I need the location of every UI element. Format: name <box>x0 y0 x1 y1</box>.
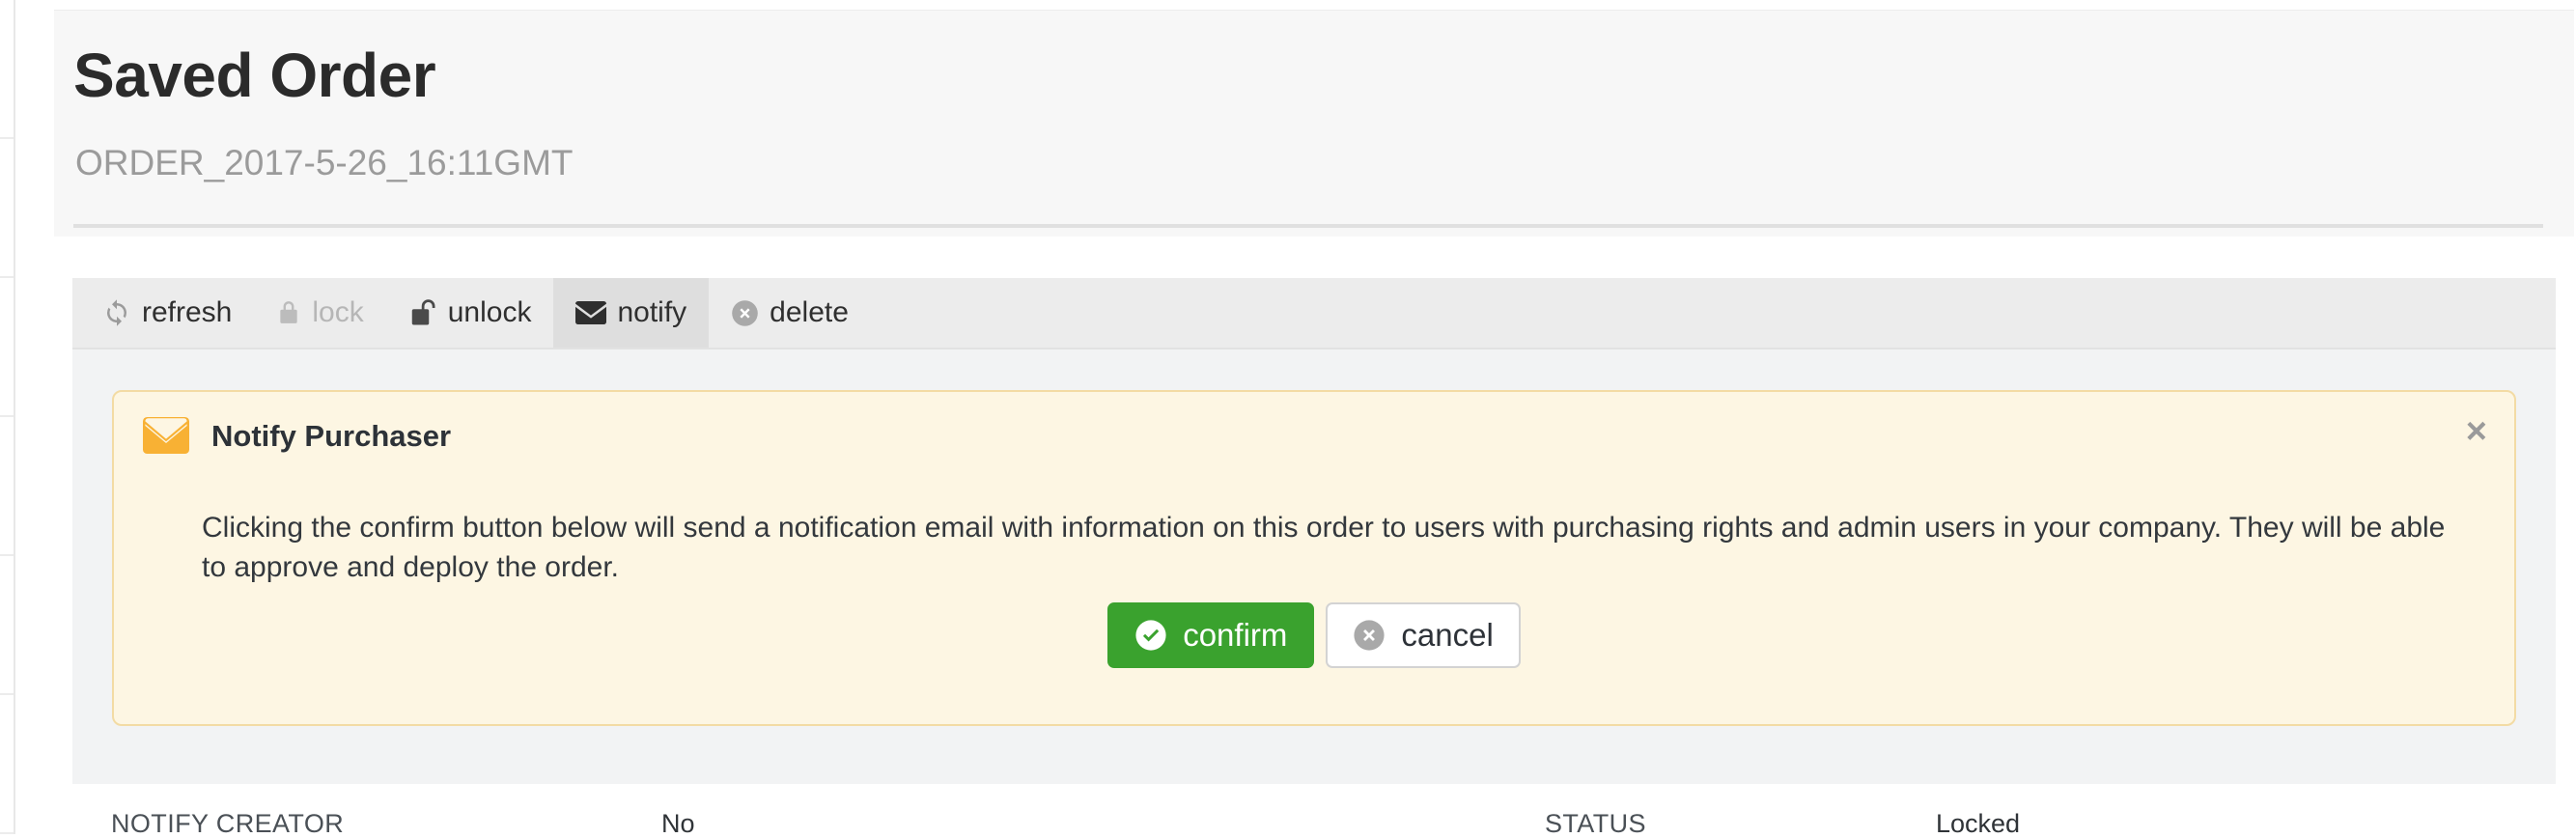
envelope-icon <box>575 300 607 325</box>
toolbar-button-lock: lock <box>254 278 385 348</box>
toolbar-button-unlock[interactable]: unlock <box>386 278 554 348</box>
header-divider <box>73 224 2543 228</box>
rail-row[interactable] <box>0 556 14 695</box>
page-subtitle: ORDER_2017-5-26_16:11GMT <box>75 143 574 182</box>
toolbar-button-refresh[interactable]: refresh <box>72 278 254 348</box>
envelope-icon <box>143 417 189 454</box>
rail-row[interactable] <box>0 278 14 417</box>
lock-icon <box>276 298 301 327</box>
detail-value-status: Locked <box>1936 809 2021 838</box>
page-header: Saved Order ORDER_2017-5-26_16:11GMT <box>54 10 2574 237</box>
toolbar-label-notify: notify <box>617 296 687 328</box>
toolbar-label-delete: delete <box>770 296 849 328</box>
cancel-button[interactable]: cancel <box>1326 602 1521 668</box>
x-circle-icon <box>1353 619 1386 652</box>
refresh-icon <box>102 298 131 327</box>
rail-row[interactable] <box>0 417 14 556</box>
left-rail <box>0 0 15 834</box>
toolbar-label-lock: lock <box>312 296 364 328</box>
order-details-table: NOTIFY CREATOR No STATUS Locked <box>72 784 2556 838</box>
alert-message: Clicking the confirm button below will s… <box>202 512 2446 583</box>
unlock-icon <box>408 298 437 327</box>
toolbar-button-delete[interactable]: delete <box>709 278 871 348</box>
page-title: Saved Order <box>73 41 436 110</box>
detail-label-notify-creator: NOTIFY CREATOR <box>111 809 345 838</box>
delete-circle-icon <box>731 299 759 327</box>
close-icon[interactable]: × <box>2466 413 2487 450</box>
detail-label-status: STATUS <box>1545 809 1646 838</box>
alert-title: Notify Purchaser <box>211 418 452 453</box>
table-row: NOTIFY CREATOR No STATUS Locked <box>72 784 2556 838</box>
check-circle-icon <box>1134 619 1167 652</box>
app-window: Saved Order ORDER_2017-5-26_16:11GMT ref… <box>0 0 2576 838</box>
confirm-button-label: confirm <box>1183 617 1288 653</box>
rail-row[interactable] <box>0 0 14 139</box>
alert-actions: confirm cancel <box>114 602 2514 668</box>
main-content: Saved Order ORDER_2017-5-26_16:11GMT ref… <box>17 0 2576 838</box>
panel-body: × Notify Purchaser Clicking the confirm … <box>72 349 2556 784</box>
cancel-button-label: cancel <box>1401 617 1494 653</box>
rail-row[interactable] <box>0 139 14 278</box>
rail-row[interactable] <box>0 695 14 834</box>
action-toolbar: refresh lock unlock notify delete <box>72 278 2556 349</box>
toolbar-label-refresh: refresh <box>142 296 233 328</box>
alert-header: Notify Purchaser <box>143 417 451 454</box>
detail-value-notify-creator: No <box>661 809 695 838</box>
toolbar-label-unlock: unlock <box>447 296 532 328</box>
notify-purchaser-alert: × Notify Purchaser Clicking the confirm … <box>112 390 2516 726</box>
toolbar-button-notify[interactable]: notify <box>553 278 710 348</box>
confirm-button[interactable]: confirm <box>1107 602 1315 668</box>
